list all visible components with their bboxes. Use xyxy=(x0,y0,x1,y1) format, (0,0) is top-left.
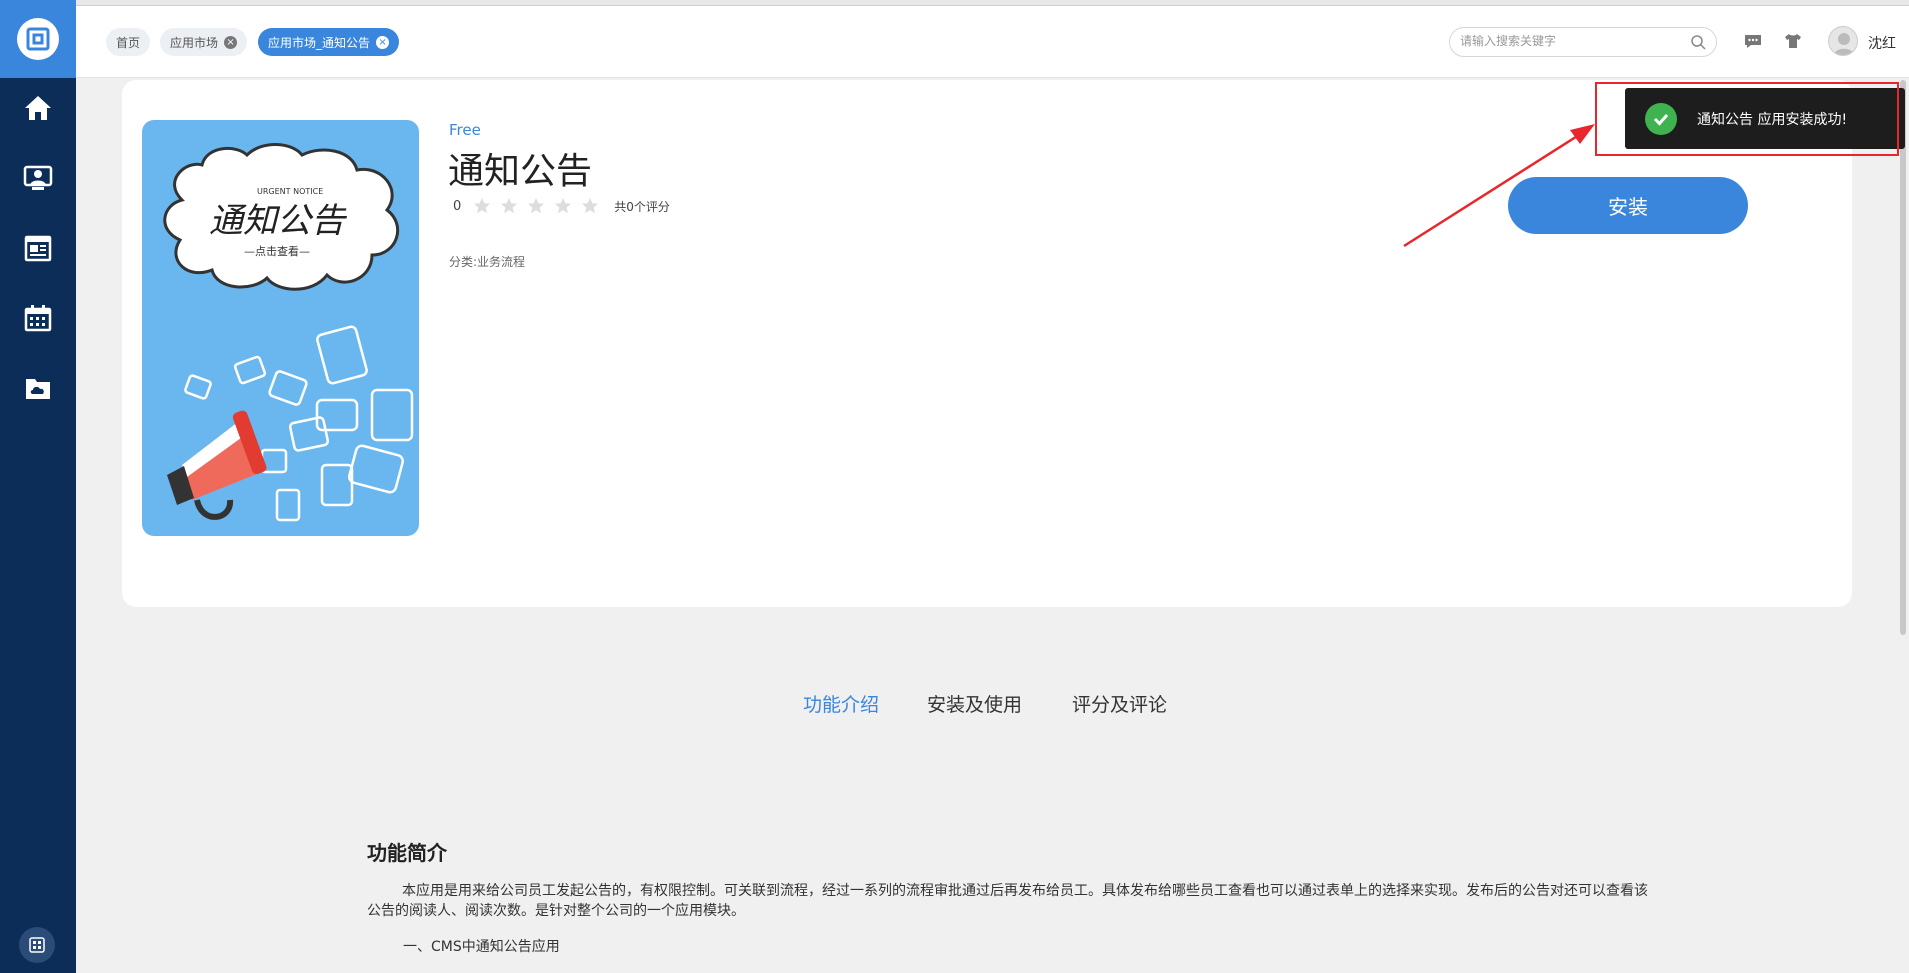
logo-icon xyxy=(17,18,59,60)
tab-install-usage[interactable]: 安装及使用 xyxy=(927,690,1022,717)
tab-label: 应用市场 xyxy=(170,35,219,50)
rating-score: 0 xyxy=(453,198,462,214)
window-top-edge xyxy=(76,0,1909,6)
star-icon[interactable] xyxy=(554,197,572,215)
grid-icon xyxy=(29,937,45,953)
sidebar-item-home[interactable] xyxy=(0,78,76,138)
logo[interactable] xyxy=(0,0,76,78)
rating: 0 共0个评分 xyxy=(453,197,670,215)
price-label: Free xyxy=(449,121,481,139)
tab-app-market[interactable]: 应用市场 × xyxy=(160,28,248,56)
sidebar-item-cloud[interactable] xyxy=(0,358,76,418)
home-icon xyxy=(25,96,51,120)
close-icon[interactable]: × xyxy=(376,35,390,49)
annotation-arrow xyxy=(1403,124,1595,248)
sidebar xyxy=(0,0,76,973)
close-icon[interactable]: × xyxy=(224,35,238,49)
news-icon xyxy=(24,235,52,262)
description-section-heading: 一、CMS中通知公告应用 xyxy=(403,939,560,955)
rating-count: 共0个评分 xyxy=(614,199,670,214)
cloud-folder-icon xyxy=(26,379,50,399)
apps-grid-button[interactable] xyxy=(19,927,55,963)
calendar-icon xyxy=(24,305,52,332)
image-sub-text: —点击查看— xyxy=(244,244,310,258)
search-input[interactable] xyxy=(1460,34,1680,48)
app-cover-image: URGENT NOTICE 通知公告 —点击查看— xyxy=(142,120,419,536)
image-small-text: URGENT NOTICE xyxy=(257,187,323,196)
search-icon[interactable] xyxy=(1690,34,1706,50)
username[interactable]: 沈红 xyxy=(1868,33,1896,53)
image-main-text: 通知公告 xyxy=(209,201,348,241)
description-text: 本应用是用来给公司员工发起公告的，有权限控制。可关联到流程，经过一系列的流程审批… xyxy=(367,883,1648,919)
tab-ratings-reviews[interactable]: 评分及评论 xyxy=(1072,690,1167,717)
sidebar-item-profile[interactable] xyxy=(0,148,76,208)
star-icon[interactable] xyxy=(527,197,545,215)
tab-label: 应用市场_通知公告 xyxy=(268,35,371,50)
sidebar-item-calendar[interactable] xyxy=(0,288,76,348)
star-icon[interactable] xyxy=(581,197,599,215)
scrollbar[interactable] xyxy=(1900,80,1906,635)
star-icon[interactable] xyxy=(473,197,491,215)
tab-label: 首页 xyxy=(116,35,141,50)
annotation-highlight-box xyxy=(1595,82,1899,156)
tab-features[interactable]: 功能介绍 xyxy=(803,690,879,717)
app-title: 通知公告 xyxy=(448,151,593,192)
tab-app-market-notice[interactable]: 应用市场_通知公告 × xyxy=(258,28,400,56)
tab-home[interactable]: 首页 xyxy=(106,28,151,56)
user-profile-icon xyxy=(23,165,53,190)
search-box xyxy=(1449,27,1717,57)
message-icon[interactable] xyxy=(1743,31,1763,51)
avatar[interactable] xyxy=(1828,26,1858,56)
sidebar-item-news[interactable] xyxy=(0,218,76,278)
skin-shirt-icon[interactable] xyxy=(1783,31,1803,51)
star-icon[interactable] xyxy=(500,197,518,215)
app-category: 分类:业务流程 xyxy=(449,255,526,269)
description-title: 功能简介 xyxy=(367,841,447,865)
